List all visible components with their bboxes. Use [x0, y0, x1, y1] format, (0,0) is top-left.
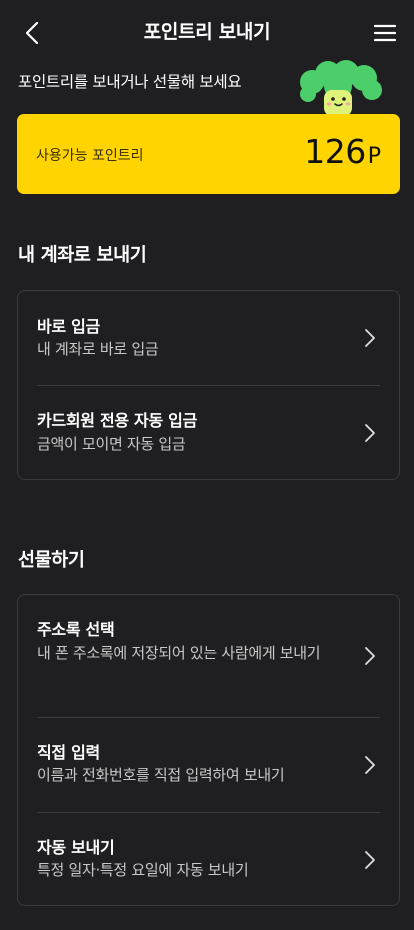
chevron-right-icon — [365, 424, 375, 442]
list-item-subtitle: 특정 일자·특정 요일에 자동 보내기 — [37, 861, 249, 879]
list-item-card-member-auto-deposit[interactable]: 카드회원 전용 자동 입금 금액이 모이면 자동 입금 — [37, 385, 380, 479]
list-item-subtitle: 내 계좌로 바로 입금 — [37, 340, 159, 358]
broccoli-mascot-icon — [300, 60, 382, 116]
list-item-title: 카드회원 전용 자동 입금 — [37, 411, 198, 430]
list-item-instant-deposit[interactable]: 바로 입금 내 계좌로 바로 입금 — [37, 291, 380, 385]
list-item-title: 주소록 선택 — [37, 620, 115, 639]
list-item-contacts-select[interactable]: 주소록 선택 내 폰 주소록에 저장되어 있는 사람에게 보내기 — [37, 595, 380, 717]
hamburger-menu-icon — [373, 24, 397, 42]
chevron-right-icon — [365, 756, 375, 774]
intro-text: 포인트리를 보내거나 선물해 보세요 — [18, 73, 242, 91]
chevron-right-icon — [365, 851, 375, 869]
list-item-subtitle: 내 폰 주소록에 저장되어 있는 사람에게 보내기 — [37, 644, 321, 662]
points-label: 사용가능 포인트리 — [36, 148, 144, 164]
section-title-gift: 선물하기 — [18, 550, 85, 571]
list-item-subtitle: 이름과 전화번호를 직접 입력하여 보내기 — [37, 766, 285, 784]
menu-button[interactable] — [370, 18, 400, 48]
points-amount: 126 — [304, 132, 366, 171]
app-header: 포인트리 보내기 — [0, 0, 414, 64]
chevron-right-icon — [365, 647, 375, 665]
list-item-subtitle: 금액이 모이면 자동 입금 — [37, 435, 186, 453]
list-item-title: 직접 입력 — [37, 743, 100, 762]
chevron-left-icon — [25, 21, 39, 45]
send-to-account-card: 바로 입금 내 계좌로 바로 입금 카드회원 전용 자동 입금 금액이 모이면 … — [17, 290, 400, 480]
list-item-direct-input[interactable]: 직접 입력 이름과 전화번호를 직접 입력하여 보내기 — [37, 717, 380, 812]
chevron-right-icon — [365, 329, 375, 347]
available-points-card: 사용가능 포인트리 126P — [17, 114, 400, 194]
back-button[interactable] — [18, 18, 46, 48]
page-title: 포인트리 보내기 — [143, 21, 271, 43]
list-item-title: 자동 보내기 — [37, 838, 115, 857]
points-unit: P — [367, 144, 381, 169]
list-item-title: 바로 입금 — [37, 317, 100, 336]
section-title-send-to-account: 내 계좌로 보내기 — [18, 245, 147, 266]
gift-card: 주소록 선택 내 폰 주소록에 저장되어 있는 사람에게 보내기 직접 입력 이… — [17, 594, 400, 906]
points-value: 126P — [304, 132, 381, 171]
list-item-auto-send[interactable]: 자동 보내기 특정 일자·특정 요일에 자동 보내기 — [37, 812, 380, 906]
